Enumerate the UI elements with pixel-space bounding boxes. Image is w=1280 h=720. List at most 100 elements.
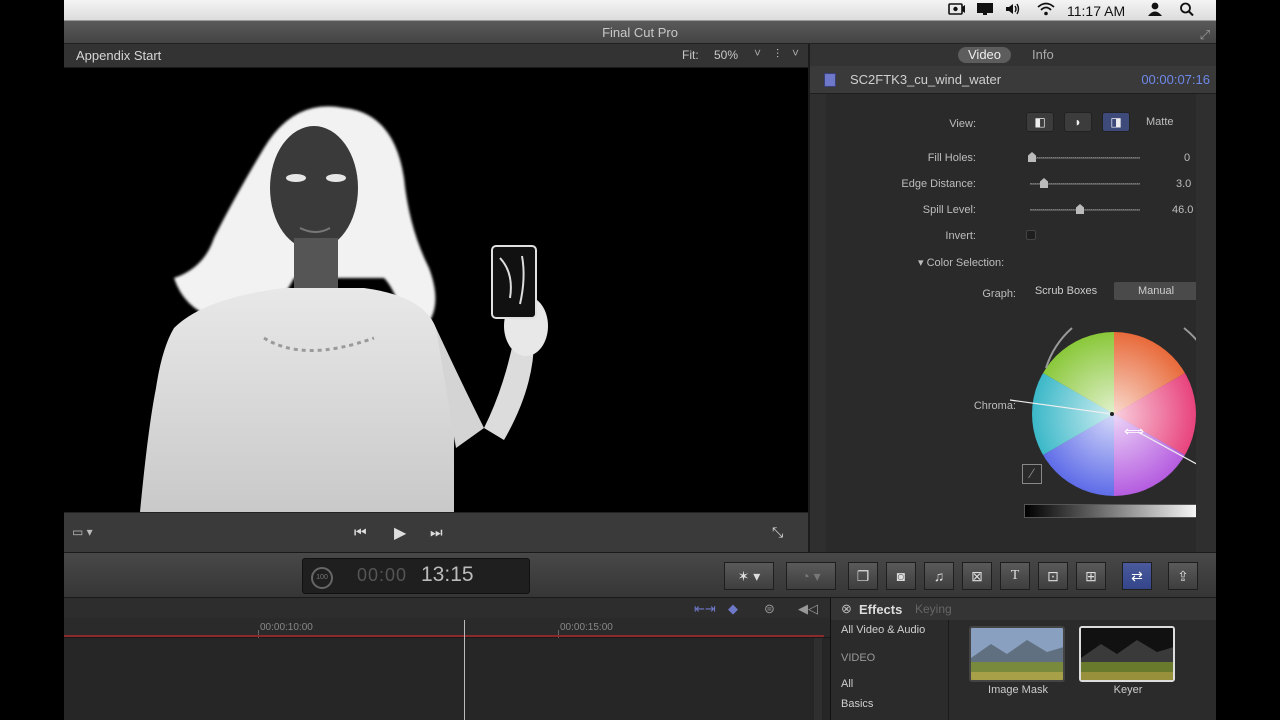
playhead[interactable]: [464, 620, 465, 720]
effects-title: Effects: [859, 602, 903, 617]
edge-distance-value[interactable]: 3.0: [1176, 178, 1191, 190]
invert-label: Invert:: [945, 230, 976, 242]
fullscreen-playback-icon[interactable]: ⤡: [772, 524, 783, 541]
audio-level-icon[interactable]: ⫶: [776, 47, 779, 62]
chroma-label: Chroma:: [973, 400, 1016, 412]
display-options-chevron-down-icon[interactable]: ˅: [792, 46, 799, 60]
background-tasks-indicator[interactable]: 100: [311, 567, 333, 589]
screen-record-icon[interactable]: [948, 2, 966, 18]
tab-video[interactable]: Video: [958, 47, 1012, 63]
close-effects-icon[interactable]: ⊗: [841, 601, 852, 617]
scrub-boxes-button[interactable]: Scrub Boxes: [1026, 282, 1106, 300]
graph-label: Graph:: [982, 288, 1016, 300]
effect-thumb-image-mask-preview: [971, 628, 1063, 680]
category-basics[interactable]: Basics: [841, 698, 873, 710]
color-selection-label: Color Selection:: [926, 257, 1005, 269]
category-all[interactable]: All: [841, 678, 853, 690]
ruler-label-10s: 00:00:10:00: [260, 622, 313, 633]
clip-name: SC2FTK3_cu_wind_water: [850, 72, 1002, 87]
generators-browser-icon[interactable]: ⊡: [1038, 562, 1068, 590]
viewer-header: Appendix Start Fit: 50% ˅ ⫶ ˅: [64, 44, 808, 68]
photos-browser-icon[interactable]: ◙: [886, 562, 916, 590]
effects-browser: ⊗ Effects Keying All Video & Audio VIDEO…: [830, 598, 1216, 720]
manual-button[interactable]: Manual: [1114, 282, 1196, 300]
play-icon[interactable]: ▶: [394, 523, 406, 543]
fullscreen-icon[interactable]: ⤢: [1200, 23, 1210, 46]
enhancements-wand-icon[interactable]: ✶ ▾: [724, 562, 774, 590]
effect-label-keyer: Keyer: [1113, 684, 1143, 696]
viewer-canvas[interactable]: [64, 68, 808, 512]
view-mode-label: Matte: [1146, 116, 1174, 128]
display-icon[interactable]: [976, 2, 994, 18]
view-label: View:: [949, 118, 976, 130]
user-icon[interactable]: [1146, 2, 1164, 18]
menubar-clock[interactable]: 11:17 AM: [1067, 3, 1125, 19]
fill-holes-value[interactable]: 0: [1184, 152, 1190, 164]
timecode-display[interactable]: 13:15: [421, 563, 474, 587]
window-titlebar: Final Cut Pro ⤢: [64, 21, 1216, 44]
effect-thumb-image-mask[interactable]: [969, 626, 1065, 682]
volume-icon[interactable]: [1004, 2, 1022, 18]
view-original-icon[interactable]: ◨: [1102, 112, 1130, 132]
view-options-icon[interactable]: ▭ ▾: [72, 525, 93, 539]
clip-duration: 00:00:07:16: [1141, 72, 1210, 87]
themes-browser-icon[interactable]: ⊞: [1076, 562, 1106, 590]
timeline-header: ⇤⇥ ◆ ⊜ ◀◁: [64, 598, 830, 618]
previous-edit-icon[interactable]: ⏮: [354, 524, 367, 541]
timeline-scrollbar[interactable]: [814, 638, 822, 720]
effects-browser-icon[interactable]: ⇄: [1122, 562, 1152, 590]
category-all-video-audio[interactable]: All Video & Audio: [841, 624, 925, 636]
clip-header: SC2FTK3_cu_wind_water 00:00:07:16: [810, 66, 1216, 94]
zoom-chevron-down-icon[interactable]: ˅: [754, 46, 761, 60]
share-icon[interactable]: ⇪: [1168, 562, 1198, 590]
effect-thumb-keyer[interactable]: [1079, 626, 1175, 682]
media-browser-icon[interactable]: ❐: [848, 562, 878, 590]
menubar: 11:17 AM: [64, 0, 1216, 21]
edge-distance-slider-knob[interactable]: [1040, 178, 1048, 188]
view-matte-icon[interactable]: ◗: [1064, 112, 1092, 132]
ruler-label-15s: 00:00:15:00: [560, 622, 613, 633]
effects-category-title: Keying: [915, 602, 952, 616]
luma-gradient-bar[interactable]: [1024, 504, 1196, 518]
fill-holes-label: Fill Holes:: [927, 152, 976, 164]
luma-toggle-icon[interactable]: ⁄: [1022, 464, 1042, 484]
retime-icon[interactable]: ◔ ▾: [786, 562, 836, 590]
titles-browser-icon[interactable]: T: [1000, 562, 1030, 590]
timecode-leading: 00:00: [357, 565, 408, 585]
effects-category-list: All Video & Audio VIDEO All Basics: [831, 620, 949, 720]
spotlight-search-icon[interactable]: [1178, 2, 1196, 18]
fit-label: Fit:: [682, 48, 699, 62]
transitions-browser-icon[interactable]: ⊠: [962, 562, 992, 590]
spill-level-slider[interactable]: [1030, 209, 1140, 211]
edge-distance-label: Edge Distance:: [901, 178, 976, 190]
color-selection-disclosure[interactable]: ▾ Color Selection:: [918, 256, 1004, 269]
main-toolbar: 100 00:00 13:15 ✶ ▾ ◔ ▾ ❐ ◙ ♫ ⊠ T ⊡ ⊞ ⇄ …: [64, 552, 1216, 598]
timeline[interactable]: ⇤⇥ ◆ ⊜ ◀◁ 00:00:10:00 00:00:15:00: [64, 598, 830, 720]
spill-level-label: Spill Level:: [922, 204, 976, 216]
view-composite-icon[interactable]: ◧: [1026, 112, 1054, 132]
spill-level-slider-knob[interactable]: [1076, 204, 1084, 214]
wifi-icon[interactable]: [1036, 2, 1055, 18]
inspector-tabs: Video Info: [810, 44, 1216, 66]
effects-header: ⊗ Effects Keying: [831, 598, 1216, 620]
tab-info[interactable]: Info: [1022, 47, 1064, 63]
dashboard[interactable]: 100 00:00 13:15: [302, 558, 530, 594]
viewer-controls: ▭ ▾ ⏮ ▶ ⏭ ⤡: [64, 512, 808, 552]
audio-skimming-icon[interactable]: ◀◁: [798, 601, 818, 617]
music-browser-icon[interactable]: ♫: [924, 562, 954, 590]
timeline-ruler[interactable]: 00:00:10:00 00:00:15:00: [64, 618, 830, 638]
invert-checkbox[interactable]: [1026, 230, 1036, 240]
keyer-parameters: View: ◧ ◗ ◨ Matte Fill Holes: 0 Edge Dis…: [826, 94, 1196, 566]
inspector-pane: Video Info SC2FTK3_cu_wind_water 00:00:0…: [810, 44, 1216, 566]
zoom-out-icon[interactable]: ⇤⇥: [694, 601, 716, 617]
spill-level-value[interactable]: 46.0: [1172, 204, 1193, 216]
window-title: Final Cut Pro: [602, 25, 678, 40]
clip-film-icon: [824, 73, 836, 87]
zoom-dropdown[interactable]: 50%: [714, 48, 738, 62]
scrub-handle-icon[interactable]: ⟺: [1124, 424, 1144, 440]
clip-appearance-icon[interactable]: ◆: [728, 601, 738, 617]
fill-holes-slider[interactable]: [1030, 157, 1140, 159]
skimming-icon[interactable]: ⊜: [764, 601, 775, 617]
next-edit-icon[interactable]: ⏭: [430, 524, 443, 541]
fill-holes-slider-knob[interactable]: [1028, 152, 1036, 162]
